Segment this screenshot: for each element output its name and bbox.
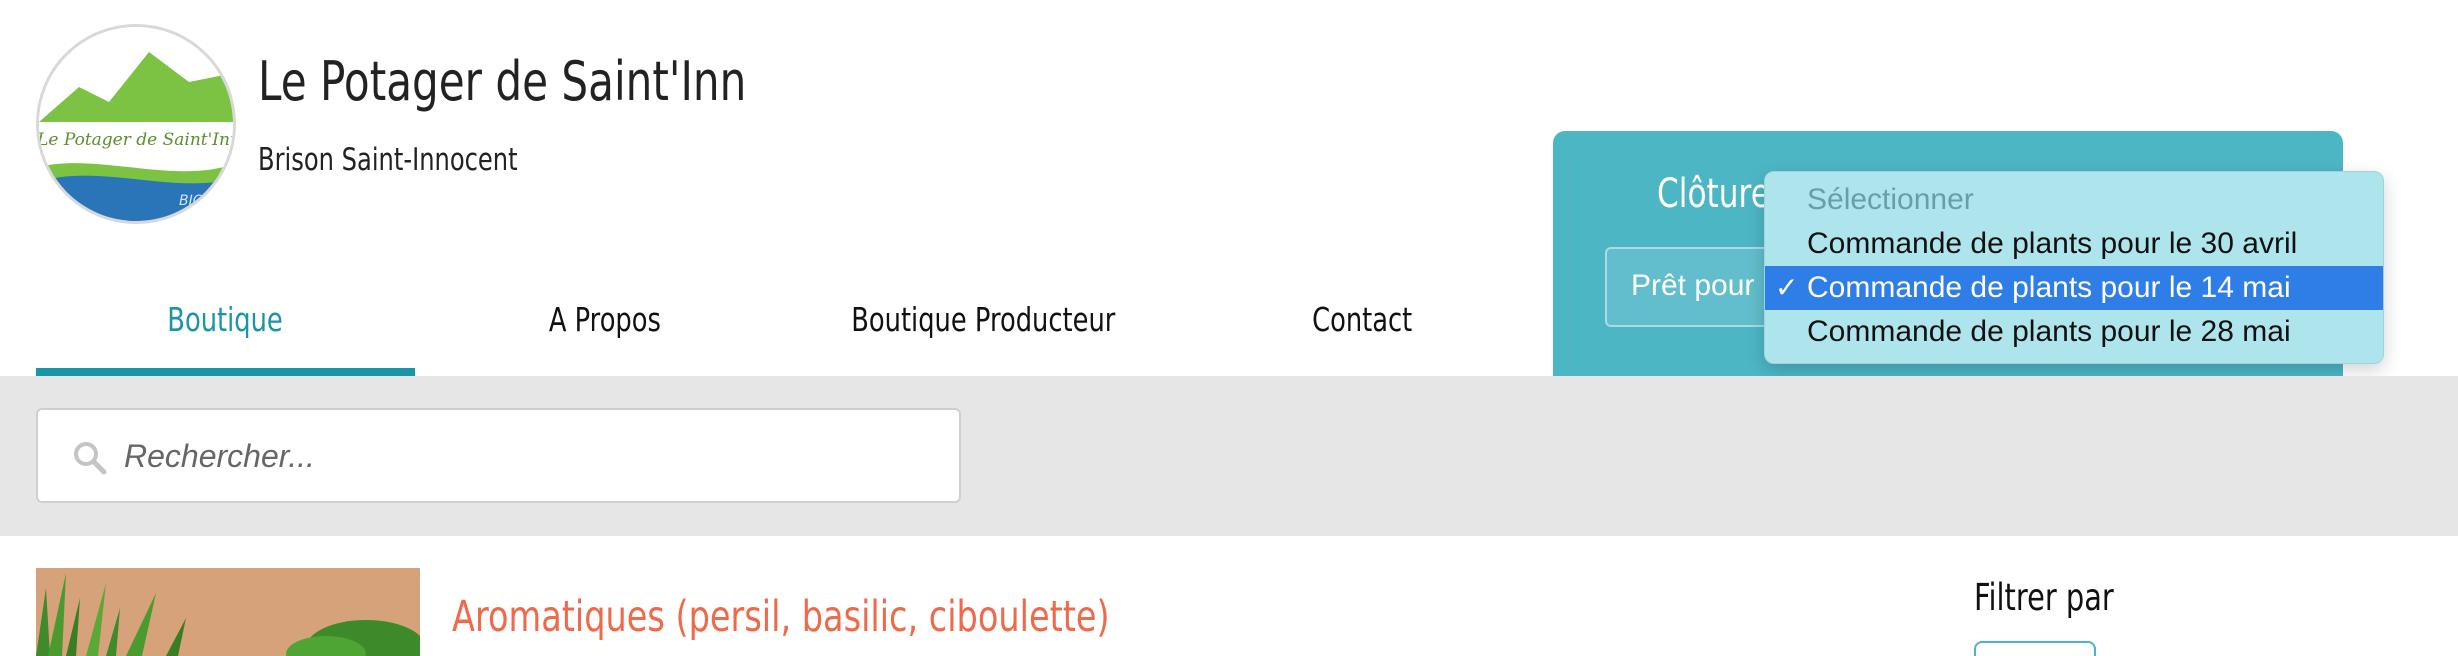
search-input[interactable] bbox=[124, 430, 924, 482]
option-label: Sélectionner bbox=[1807, 183, 1974, 216]
product-title[interactable]: Aromatiques (persil, basilic, ciboulette… bbox=[452, 592, 1110, 642]
search-icon bbox=[74, 442, 107, 475]
search-bar-section bbox=[0, 376, 2458, 536]
order-select-value: Prêt pour bbox=[1631, 269, 1755, 302]
site-logo[interactable]: Le Potager de Saint'Inn BIO bbox=[36, 24, 236, 224]
option-label: Commande de plants pour le 14 mai bbox=[1807, 271, 2291, 304]
dropdown-option-placeholder: Sélectionner bbox=[1765, 178, 2383, 222]
main-nav: Boutique A Propos Boutique Producteur Co… bbox=[36, 290, 1552, 376]
panel-title: Clôture bbox=[1657, 171, 1770, 217]
option-label: Commande de plants pour le 28 mai bbox=[1807, 315, 2291, 348]
option-label: Commande de plants pour le 30 avril bbox=[1807, 227, 2298, 260]
product-image[interactable] bbox=[36, 568, 420, 656]
checkmark-icon: ✓ bbox=[1775, 272, 1799, 303]
nav-item-a-propos[interactable]: A Propos bbox=[415, 290, 794, 376]
nav-item-contact[interactable]: Contact bbox=[1173, 290, 1552, 376]
dropdown-option-14-mai[interactable]: ✓ Commande de plants pour le 14 mai bbox=[1765, 266, 2383, 310]
filter-button[interactable] bbox=[1974, 641, 2096, 656]
nav-item-label: A Propos bbox=[548, 300, 661, 339]
filter-title: Filtrer par bbox=[1974, 576, 2114, 619]
search-box[interactable] bbox=[36, 408, 961, 503]
site-header: Le Potager de Saint'Inn BIO Le Potager d… bbox=[0, 0, 2458, 376]
logo-image: Le Potager de Saint'Inn BIO bbox=[39, 27, 236, 221]
nav-item-label: Boutique Producteur bbox=[851, 300, 1116, 339]
logo-text: Le Potager de Saint'Inn bbox=[39, 130, 236, 150]
herb-image bbox=[36, 568, 420, 656]
site-title[interactable]: Le Potager de Saint'Inn bbox=[258, 50, 746, 113]
site-subtitle: Brison Saint-Innocent bbox=[258, 142, 518, 178]
nav-item-boutique[interactable]: Boutique bbox=[36, 290, 415, 376]
nav-item-label: Boutique bbox=[167, 300, 284, 339]
nav-item-label: Contact bbox=[1312, 300, 1413, 339]
dropdown-option-30-avril[interactable]: Commande de plants pour le 30 avril bbox=[1765, 222, 2383, 266]
order-dropdown-menu[interactable]: Sélectionner Commande de plants pour le … bbox=[1764, 171, 2384, 364]
nav-item-boutique-producteur[interactable]: Boutique Producteur bbox=[794, 290, 1173, 376]
dropdown-option-28-mai[interactable]: Commande de plants pour le 28 mai bbox=[1765, 310, 2383, 354]
logo-badge: BIO bbox=[179, 193, 204, 209]
